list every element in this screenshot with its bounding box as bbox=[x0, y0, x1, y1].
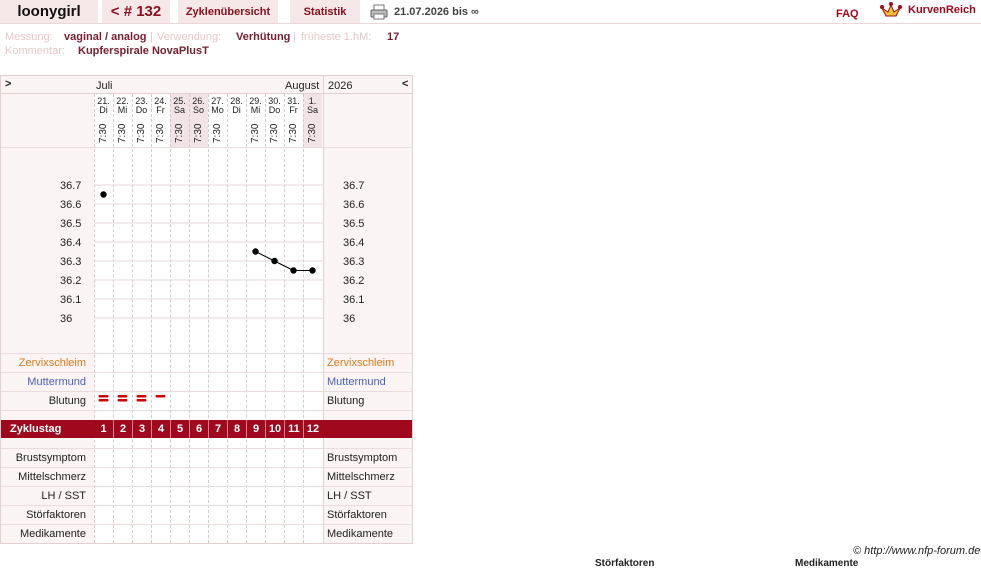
y-tick-label: 36.2 bbox=[60, 275, 81, 287]
y-tick-label: 36.6 bbox=[343, 199, 364, 211]
row-label-disturb: Störfaktoren bbox=[26, 509, 86, 521]
temperature-point bbox=[271, 257, 278, 265]
brand-logo-text[interactable]: KurvenReich bbox=[908, 4, 976, 16]
y-tick-label: 36.2 bbox=[343, 275, 364, 287]
row-label-lh: LH / SST bbox=[41, 490, 86, 502]
cycle-day-label: Zyklustag bbox=[10, 423, 62, 435]
row-label-midpain: Mittelschmerz bbox=[327, 471, 395, 483]
row-label-lh: LH / SST bbox=[327, 490, 372, 502]
y-tick-label: 36.4 bbox=[343, 237, 364, 249]
cycle-day-number: 6 bbox=[189, 420, 208, 438]
cycle-day-number: 12 bbox=[303, 420, 322, 438]
row-label-midpain: Mittelschmerz bbox=[18, 471, 86, 483]
y-tick-label: 36.3 bbox=[60, 256, 81, 268]
y-tick-label: 36.5 bbox=[343, 218, 364, 230]
faq-link[interactable]: FAQ bbox=[836, 8, 859, 20]
y-tick-label: 36.1 bbox=[60, 294, 81, 306]
cycle-day-number: 11 bbox=[284, 420, 303, 438]
bleeding-mark bbox=[98, 399, 109, 402]
y-tick-label: 36 bbox=[60, 313, 72, 325]
y-tick-label: 36.6 bbox=[60, 199, 81, 211]
cut-off-label: Medikamente bbox=[795, 558, 859, 569]
row-label-os: Muttermund bbox=[327, 376, 386, 388]
cycle-day-number: 8 bbox=[227, 420, 246, 438]
bleeding-mark bbox=[136, 399, 147, 402]
temperature-point bbox=[100, 191, 107, 198]
row-label-meds: Medikamente bbox=[19, 528, 86, 540]
row-label-bleeding: Blutung bbox=[48, 395, 86, 407]
bleeding-mark bbox=[155, 395, 166, 398]
cycle-day-number: 1 bbox=[100, 423, 107, 435]
y-tick-label: 36.7 bbox=[60, 180, 81, 192]
row-label-cervix: Zervixschleim bbox=[327, 357, 395, 369]
row-label-cervix: Zervixschleim bbox=[18, 357, 86, 369]
cycle-day-number: 9 bbox=[246, 420, 265, 438]
cycle-day-number: 3 bbox=[132, 420, 151, 438]
temperature-point bbox=[290, 267, 297, 274]
credit-link[interactable]: © http://www.nfp-forum.de bbox=[853, 545, 980, 557]
row-label-breast: Brustsymptom bbox=[327, 452, 398, 464]
crown-icon[interactable] bbox=[880, 2, 902, 20]
y-tick-label: 36.4 bbox=[60, 237, 81, 249]
bleeding-mark bbox=[136, 395, 147, 398]
temperature-point bbox=[309, 267, 316, 274]
cycle-day-number: 10 bbox=[265, 420, 284, 438]
y-tick-label: 36.5 bbox=[60, 218, 81, 230]
bleeding-mark bbox=[117, 395, 128, 398]
row-label-bleeding: Blutung bbox=[327, 395, 365, 407]
row-label-os: Muttermund bbox=[27, 376, 86, 388]
cycle-day-number: 4 bbox=[151, 420, 170, 438]
y-tick-label: 36.3 bbox=[343, 256, 364, 268]
bleeding-mark bbox=[98, 395, 109, 398]
y-tick-label: 36.7 bbox=[343, 180, 364, 192]
y-tick-label: 36 bbox=[343, 313, 355, 325]
row-label-meds: Medikamente bbox=[327, 528, 394, 540]
temperature-point bbox=[252, 248, 259, 255]
cycle-day-number: 2 bbox=[113, 420, 132, 438]
bleeding-mark bbox=[117, 399, 128, 402]
row-label-breast: Brustsymptom bbox=[15, 452, 86, 464]
cycle-day-number: 5 bbox=[170, 420, 189, 438]
cut-off-label: Störfaktoren bbox=[595, 558, 655, 569]
row-label-disturb: Störfaktoren bbox=[327, 509, 387, 521]
cycle-day-number: 7 bbox=[208, 420, 227, 438]
y-tick-label: 36.1 bbox=[343, 294, 364, 306]
